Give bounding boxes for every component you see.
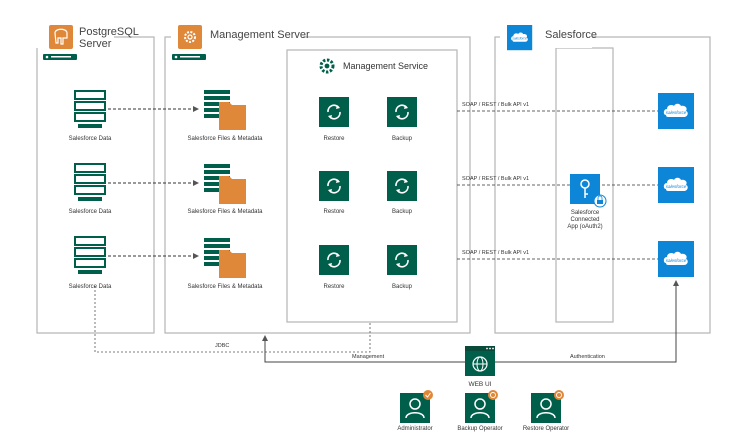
files-metadata-icon <box>204 164 246 204</box>
administrator-icon <box>399 390 433 424</box>
salesforce-cloud-icon <box>658 167 694 203</box>
restore-operator-icon <box>530 390 564 424</box>
globe-browser-icon[interactable] <box>465 346 495 376</box>
salesforce-data-label: Salesforce Data <box>69 209 112 215</box>
management-server-title: Management Server <box>210 29 310 41</box>
restore-label: Restore <box>323 284 345 290</box>
web-ui-label: WEB UI <box>468 381 491 388</box>
backup-operator-icon <box>464 390 498 424</box>
restore-operator-label: Restore Operator <box>523 426 569 432</box>
api-label: SOAP / REST / Bulk API v1 <box>462 176 529 182</box>
salesforce-data-label: Salesforce Data <box>69 284 112 290</box>
management-service-box <box>286 49 458 323</box>
api-label: SOAP / REST / Bulk API v1 <box>462 250 529 256</box>
database-icon <box>74 236 106 275</box>
restore-sync-icon <box>318 96 350 128</box>
jdbc-label: JDBC <box>215 343 229 349</box>
connected-app-label-3: App (oAuth2) <box>567 224 602 230</box>
restore-sync-icon <box>318 244 350 276</box>
backup-sync-icon <box>386 96 418 128</box>
management-label: Management <box>352 354 385 360</box>
gear-icon <box>178 25 202 49</box>
backup-label: Backup <box>392 209 413 215</box>
postgres-title-line1: PostgreSQL <box>79 26 139 38</box>
database-icon <box>74 90 106 129</box>
salesforce-title: Salesforce <box>545 29 597 41</box>
salesforce-cloud-icon <box>658 93 694 129</box>
files-metadata-label: Salesforce Files & Metadata <box>187 284 263 290</box>
files-metadata-icon <box>204 90 246 130</box>
restore-label: Restore <box>323 209 345 215</box>
management-service-title: Management Service <box>343 61 428 71</box>
server-bar-icon <box>172 54 206 60</box>
salesforce-data-label: Salesforce Data <box>69 136 112 142</box>
authentication-label: Authentication <box>570 354 605 360</box>
api-label: SOAP / REST / Bulk API v1 <box>462 102 529 108</box>
backup-sync-icon <box>386 244 418 276</box>
backup-sync-icon <box>386 170 418 202</box>
salesforce-cloud-icon <box>658 241 694 277</box>
restore-label: Restore <box>323 136 345 142</box>
architecture-diagram: salesforce PostgreSQL Server Management … <box>36 24 711 432</box>
backup-label: Backup <box>392 284 413 290</box>
restore-sync-icon <box>318 170 350 202</box>
backup-label: Backup <box>392 136 413 142</box>
administrator-label: Administrator <box>397 426 432 432</box>
postgres-title-line2: Server <box>79 38 112 50</box>
server-bar-icon <box>43 54 77 60</box>
files-metadata-label: Salesforce Files & Metadata <box>187 209 263 215</box>
connected-app-label-2: Connected <box>570 217 599 223</box>
connected-app-label-1: Salesforce <box>571 210 600 216</box>
salesforce-logo-icon <box>507 25 533 51</box>
elephant-icon <box>49 25 73 49</box>
files-metadata-icon <box>204 238 246 278</box>
backup-operator-label: Backup Operator <box>457 426 502 432</box>
files-metadata-label: Salesforce Files & Metadata <box>187 136 263 142</box>
database-icon <box>74 163 106 202</box>
